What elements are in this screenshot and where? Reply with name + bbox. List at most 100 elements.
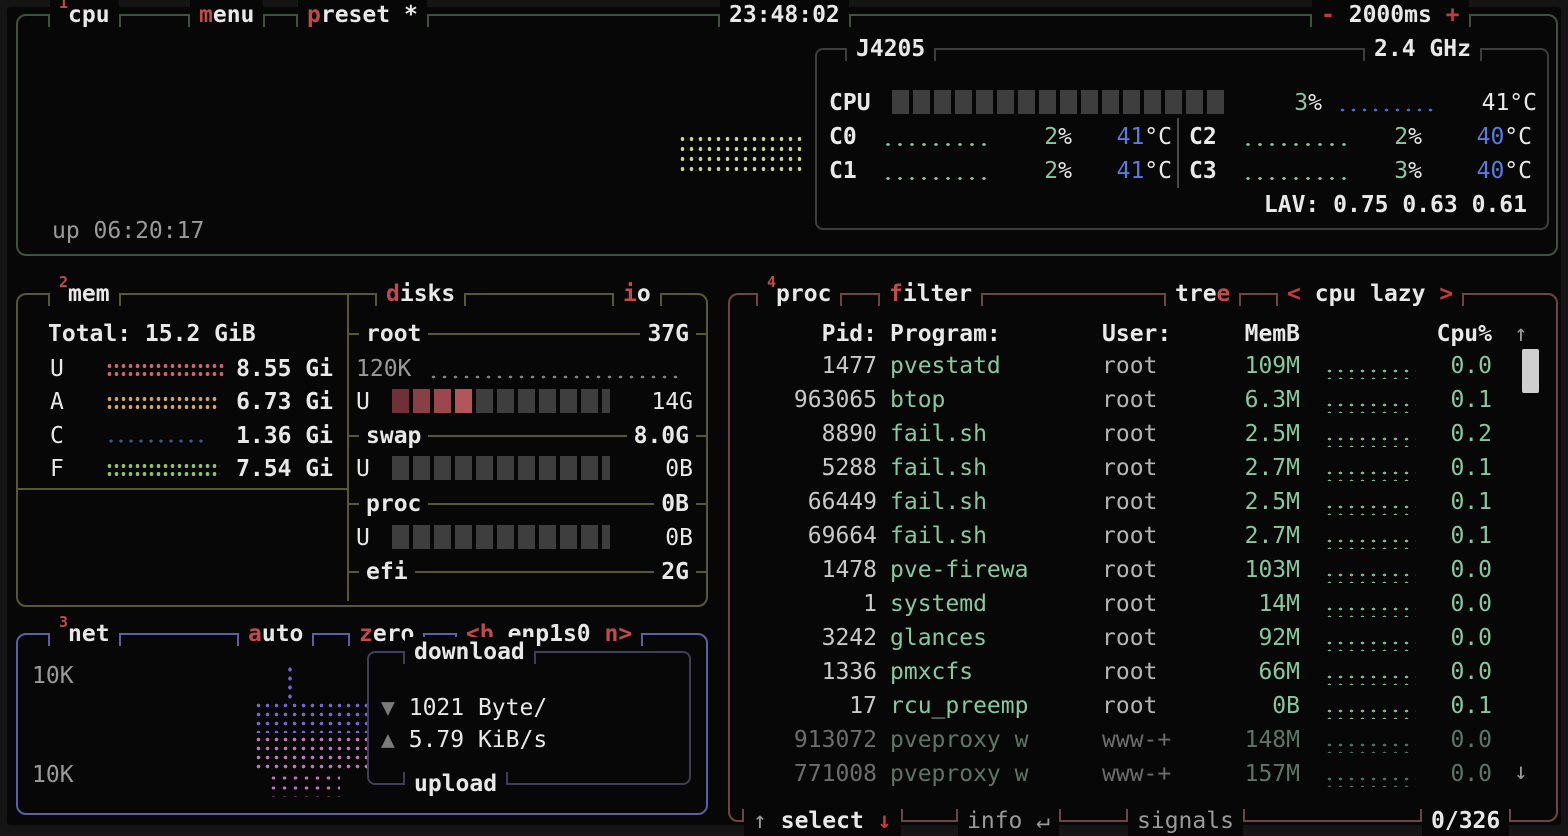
- core-temp: 40°C: [1432, 158, 1532, 184]
- proc-hotkey: 4: [767, 273, 776, 291]
- net-scale-bottom: 10K: [32, 762, 74, 788]
- interval-value: 2000ms: [1349, 2, 1432, 28]
- download-speed-row: ▼ 1021 Byte/: [381, 695, 547, 721]
- disk-proc-used-value: 0B: [563, 525, 693, 551]
- core-usage-graph: [882, 174, 988, 186]
- net-speed-box: download ▼ 1021 Byte/ ▲ 5.79 KiB/s uploa…: [367, 651, 691, 785]
- download-box-title: download: [405, 637, 534, 667]
- core-name: C3: [1189, 158, 1217, 184]
- disks-toggle[interactable]: disks: [377, 279, 464, 309]
- upload-arrow-icon: ▲: [381, 727, 395, 753]
- col-header-program[interactable]: Program:: [890, 321, 1001, 347]
- interval-decrease-button[interactable]: -: [1321, 2, 1335, 28]
- scrollbar-thumb[interactable]: [1522, 349, 1539, 393]
- disk-swap-header: swap8.0G: [349, 423, 706, 449]
- mem-panel-title[interactable]: 2mem: [50, 279, 119, 309]
- net-hotkey: 3: [59, 613, 68, 631]
- disk-proc-header: proc0B: [349, 491, 706, 517]
- core-percent: 2%: [1362, 124, 1422, 150]
- col-header-cpu[interactable]: Cpu%: [1402, 321, 1492, 347]
- proc-cpu-graph: [1324, 741, 1416, 753]
- proc-cpu-graph: [1324, 367, 1416, 379]
- col-header-mem[interactable]: MemB: [1210, 321, 1300, 347]
- load-average: LAV: 0.75 0.63 0.61: [1197, 192, 1527, 218]
- cpu-panel: 1cpu menu preset * 23:48:02 - 2000ms + u…: [16, 14, 1558, 256]
- btop-terminal: 1cpu menu preset * 23:48:02 - 2000ms + u…: [0, 0, 1568, 832]
- core-usage-graph: [1242, 174, 1348, 186]
- disk-used-label: U: [356, 525, 370, 551]
- core-temp: 41°C: [1082, 124, 1172, 150]
- proc-cpu-graph: [1324, 673, 1416, 685]
- proc-sort-control: < cpu lazy >: [1278, 279, 1462, 309]
- download-graph: [254, 701, 370, 733]
- mem-free-value: 7.54 Gi: [168, 456, 333, 482]
- proc-cpu-graph: [1324, 775, 1416, 787]
- interval-increase-button[interactable]: +: [1446, 2, 1460, 28]
- mem-available-label: A: [50, 389, 64, 415]
- select-down-icon: ↓: [878, 808, 892, 834]
- mem-divider: [18, 488, 347, 490]
- mem-panel: 2mem disks io Total: 15.2 GiB U 8.55 Gi …: [16, 293, 708, 607]
- scroll-up-icon[interactable]: ↑: [1514, 321, 1528, 347]
- proc-cpu-graph: [1324, 469, 1416, 481]
- mem-used-value: 8.55 Gi: [168, 356, 333, 382]
- preset-button[interactable]: preset *: [298, 0, 427, 30]
- cpu-total-percent: 3%: [1247, 90, 1322, 116]
- scroll-down-icon[interactable]: ↓: [1514, 759, 1528, 785]
- io-mode-toggle[interactable]: io: [614, 279, 660, 309]
- disk-root-used-value: 14G: [563, 389, 693, 415]
- download-arrow-icon: ▼: [381, 695, 395, 721]
- proc-cpu-graph: [1324, 639, 1416, 651]
- net-scale-top: 10K: [32, 663, 74, 689]
- proc-cpu-graph: [1324, 605, 1416, 617]
- uptime-label: up 06:20:17: [52, 218, 204, 244]
- mem-free-label: F: [50, 456, 64, 482]
- core-temp: 41°C: [1082, 158, 1172, 184]
- disk-efi-header: efi2G: [349, 559, 706, 585]
- proc-cpu-graph: [1324, 707, 1416, 719]
- sort-next-button[interactable]: >: [1439, 281, 1453, 307]
- cpu-total-bar: [892, 90, 1224, 114]
- disk-root-io-graph: [428, 373, 680, 381]
- proc-panel-title[interactable]: 4proc: [758, 279, 840, 309]
- disk-used-label: U: [356, 456, 370, 482]
- update-interval-control: - 2000ms +: [1312, 0, 1469, 30]
- mem-available-value: 6.73 Gi: [168, 389, 333, 415]
- core-column-divider: [1177, 118, 1179, 188]
- net-auto-toggle[interactable]: auto: [239, 619, 312, 649]
- mem-cached-label: C: [50, 423, 64, 449]
- upload-speed-row: ▲ 5.79 KiB/s: [381, 727, 547, 753]
- sort-mode-label: cpu lazy: [1315, 281, 1426, 307]
- proc-filter-button[interactable]: filter: [880, 279, 981, 309]
- proc-panel: 4proc filter tree < cpu lazy > Pid: Prog…: [728, 293, 1558, 822]
- core-name: C0: [829, 124, 857, 150]
- disk-used-label: U: [356, 389, 370, 415]
- cpu-model-label: J4205: [847, 34, 934, 64]
- proc-cpu-graph: [1324, 503, 1416, 515]
- core-percent: 2%: [1012, 124, 1072, 150]
- core-percent: 2%: [1012, 158, 1072, 184]
- core-percent: 3%: [1362, 158, 1422, 184]
- sort-prev-button[interactable]: <: [1287, 281, 1301, 307]
- select-up-icon: ↑: [753, 808, 767, 834]
- mem-cached-value: 1.36 Gi: [168, 423, 333, 449]
- cpu-history-graph: [678, 134, 806, 172]
- cpu-detail-box: J4205 2.4 GHz CPU 3% 41°C C0 2% 41°C C1 …: [815, 48, 1549, 230]
- cpu-panel-title[interactable]: 1cpu: [50, 0, 119, 30]
- core-usage-graph: [1242, 140, 1348, 152]
- core-usage-graph: [882, 140, 988, 152]
- cpu-hotkey: 1: [59, 0, 68, 12]
- proc-tree-toggle[interactable]: tree: [1166, 279, 1239, 309]
- upload-box-title: upload: [405, 769, 506, 799]
- disk-swap-used-value: 0B: [563, 456, 693, 482]
- iface-next-button[interactable]: n>: [605, 621, 633, 647]
- menu-button[interactable]: menu: [190, 0, 263, 30]
- col-header-pid[interactable]: Pid:: [742, 321, 877, 347]
- net-panel: 3net auto zero <b enp1s0 n> 10K 10K down…: [16, 633, 708, 815]
- disk-root-io-value: 120K: [356, 356, 411, 382]
- disk-root-header: root37G: [349, 321, 706, 347]
- col-header-user[interactable]: User:: [1102, 321, 1171, 347]
- upload-graph: [268, 773, 340, 797]
- net-panel-title[interactable]: 3net: [50, 619, 119, 649]
- core-name: C1: [829, 158, 857, 184]
